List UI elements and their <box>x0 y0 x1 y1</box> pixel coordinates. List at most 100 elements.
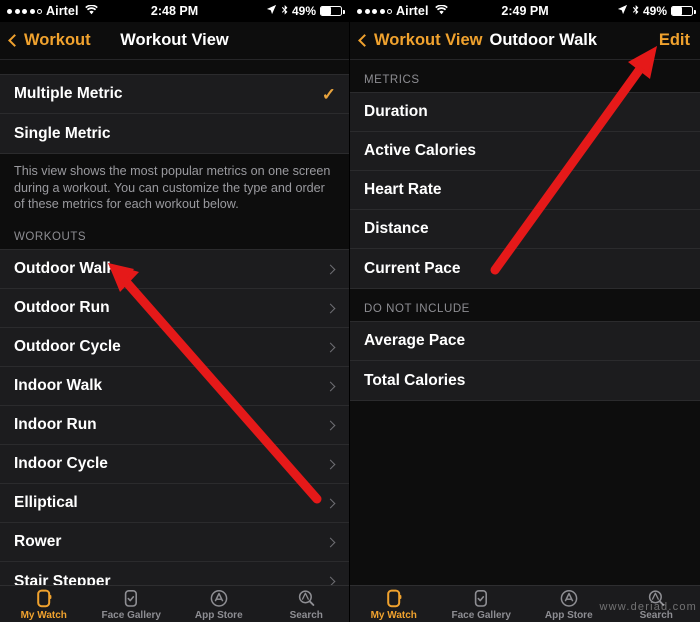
status-bar-indicators: 49% <box>266 4 345 19</box>
workout-row-indoor-run[interactable]: Indoor Run <box>0 406 349 446</box>
dual-screenshot-canvas: Airtel 2:48 PM 49% Workout Workout View … <box>0 0 700 622</box>
apple-watch-icon <box>384 588 404 609</box>
workout-row-elliptical[interactable]: Elliptical <box>0 484 349 524</box>
page-title: Outdoor Walk <box>489 31 598 49</box>
tab-my-watch[interactable]: My Watch <box>0 588 88 621</box>
section-header-workouts: WORKOUTS <box>0 217 349 250</box>
status-bar-indicators: 49% <box>617 4 696 19</box>
chevron-right-icon <box>325 303 336 314</box>
location-arrow-icon <box>617 4 628 18</box>
status-bar-carrier-group: Airtel <box>7 4 98 18</box>
checkmark-icon: ✓ <box>321 84 336 104</box>
chevron-right-icon <box>325 420 336 431</box>
tab-search[interactable]: Search <box>263 588 350 621</box>
workout-label: Indoor Cycle <box>14 455 108 473</box>
workout-row-rower[interactable]: Rower <box>0 523 349 563</box>
excluded-group: Average Pace Total Calories <box>350 321 700 401</box>
metric-row-distance[interactable]: Distance <box>350 210 700 249</box>
workout-row-stair-stepper[interactable]: Stair Stepper <box>0 562 349 585</box>
workout-label: Indoor Walk <box>14 377 103 395</box>
chevron-right-icon <box>325 576 336 585</box>
back-button[interactable]: Workout <box>8 31 91 50</box>
workouts-group: Outdoor Walk Outdoor Run Outdoor Cycle I… <box>0 249 349 585</box>
wifi-icon <box>84 4 98 18</box>
metric-label: Active Calories <box>364 142 476 159</box>
bluetooth-icon <box>632 4 639 19</box>
tab-label: Face Gallery <box>101 610 161 621</box>
chevron-right-icon <box>325 342 336 353</box>
workout-row-outdoor-run[interactable]: Outdoor Run <box>0 289 349 329</box>
chevron-right-icon <box>325 381 336 392</box>
back-button-label: Workout <box>24 31 91 49</box>
signal-strength-icon <box>7 8 42 14</box>
search-icon <box>296 588 316 609</box>
metric-row-active-calories[interactable]: Active Calories <box>350 132 700 171</box>
battery-percent-label: 49% <box>642 4 667 18</box>
metric-row-heart-rate[interactable]: Heart Rate <box>350 171 700 210</box>
option-single-metric[interactable]: Single Metric <box>0 114 349 153</box>
battery-icon <box>320 6 345 16</box>
workout-row-outdoor-cycle[interactable]: Outdoor Cycle <box>0 328 349 368</box>
chevron-right-icon <box>325 264 336 275</box>
metric-label: Duration <box>364 103 428 120</box>
option-label: Single Metric <box>14 124 111 142</box>
section-header-metrics: METRICS <box>350 60 700 92</box>
tab-label: Search <box>289 610 323 621</box>
left-phone-screen: Airtel 2:48 PM 49% Workout Workout View … <box>0 0 350 622</box>
watch-face-icon <box>471 588 491 609</box>
workout-label: Elliptical <box>14 494 78 512</box>
workout-label: Outdoor Cycle <box>14 338 121 356</box>
tab-label: Face Gallery <box>451 610 511 621</box>
nav-bar-right: Workout View Outdoor Walk Edit <box>350 22 700 60</box>
tab-label: My Watch <box>370 610 417 621</box>
tab-face-gallery[interactable]: Face Gallery <box>438 588 526 621</box>
edit-button[interactable]: Edit <box>659 31 690 50</box>
tab-label: App Store <box>194 610 243 621</box>
tab-label: App Store <box>544 610 593 621</box>
app-store-icon <box>209 588 229 609</box>
chevron-left-icon <box>8 34 21 47</box>
back-button[interactable]: Workout View <box>358 31 483 50</box>
metrics-group: Duration Active Calories Heart Rate Dist… <box>350 92 700 289</box>
carrier-label: Airtel <box>46 4 79 18</box>
metric-label: Average Pace <box>364 332 466 349</box>
watermark: www.deriad.com <box>599 601 697 613</box>
bluetooth-icon <box>281 4 288 19</box>
metric-row-current-pace[interactable]: Current Pace <box>350 249 700 288</box>
workout-label: Outdoor Walk <box>14 260 116 278</box>
status-bar-right: Airtel 2:49 PM 49% <box>350 0 700 22</box>
right-content-scroll[interactable]: METRICS Duration Active Calories Heart R… <box>350 60 700 585</box>
watch-face-icon <box>121 588 141 609</box>
metric-label: Current Pace <box>364 259 461 277</box>
status-bar-carrier-group: Airtel <box>357 4 448 18</box>
tab-face-gallery[interactable]: Face Gallery <box>88 588 176 621</box>
chevron-right-icon <box>325 498 336 509</box>
app-store-icon <box>559 588 579 609</box>
location-arrow-icon <box>266 4 277 18</box>
chevron-right-icon <box>325 459 336 470</box>
excluded-row-average-pace[interactable]: Average Pace <box>350 322 700 361</box>
battery-icon <box>671 6 696 16</box>
option-label: Multiple Metric <box>14 85 123 102</box>
tab-label: My Watch <box>20 610 67 621</box>
metric-label: Distance <box>364 220 429 237</box>
option-multiple-metric[interactable]: Multiple Metric ✓ <box>0 75 349 114</box>
metric-label: Total Calories <box>364 371 466 389</box>
metric-row-duration[interactable]: Duration <box>350 93 700 132</box>
back-button-label: Workout View <box>374 31 483 49</box>
battery-percent-label: 49% <box>291 4 316 18</box>
tab-bar-left: My Watch Face Gallery App Store Search <box>0 585 350 622</box>
top-spacer <box>0 60 349 74</box>
chevron-left-icon <box>358 34 371 47</box>
workout-row-indoor-cycle[interactable]: Indoor Cycle <box>0 445 349 485</box>
workout-row-indoor-walk[interactable]: Indoor Walk <box>0 367 349 407</box>
workout-label: Stair Stepper <box>14 572 111 585</box>
left-content-scroll[interactable]: Multiple Metric ✓ Single Metric This vie… <box>0 60 349 585</box>
workout-label: Outdoor Run <box>14 299 110 317</box>
excluded-row-total-calories[interactable]: Total Calories <box>350 361 700 400</box>
tab-app-store[interactable]: App Store <box>175 588 263 621</box>
tab-my-watch[interactable]: My Watch <box>350 588 438 621</box>
carrier-label: Airtel <box>396 4 429 18</box>
status-bar-left: Airtel 2:48 PM 49% <box>0 0 349 22</box>
workout-row-outdoor-walk[interactable]: Outdoor Walk <box>0 250 349 290</box>
